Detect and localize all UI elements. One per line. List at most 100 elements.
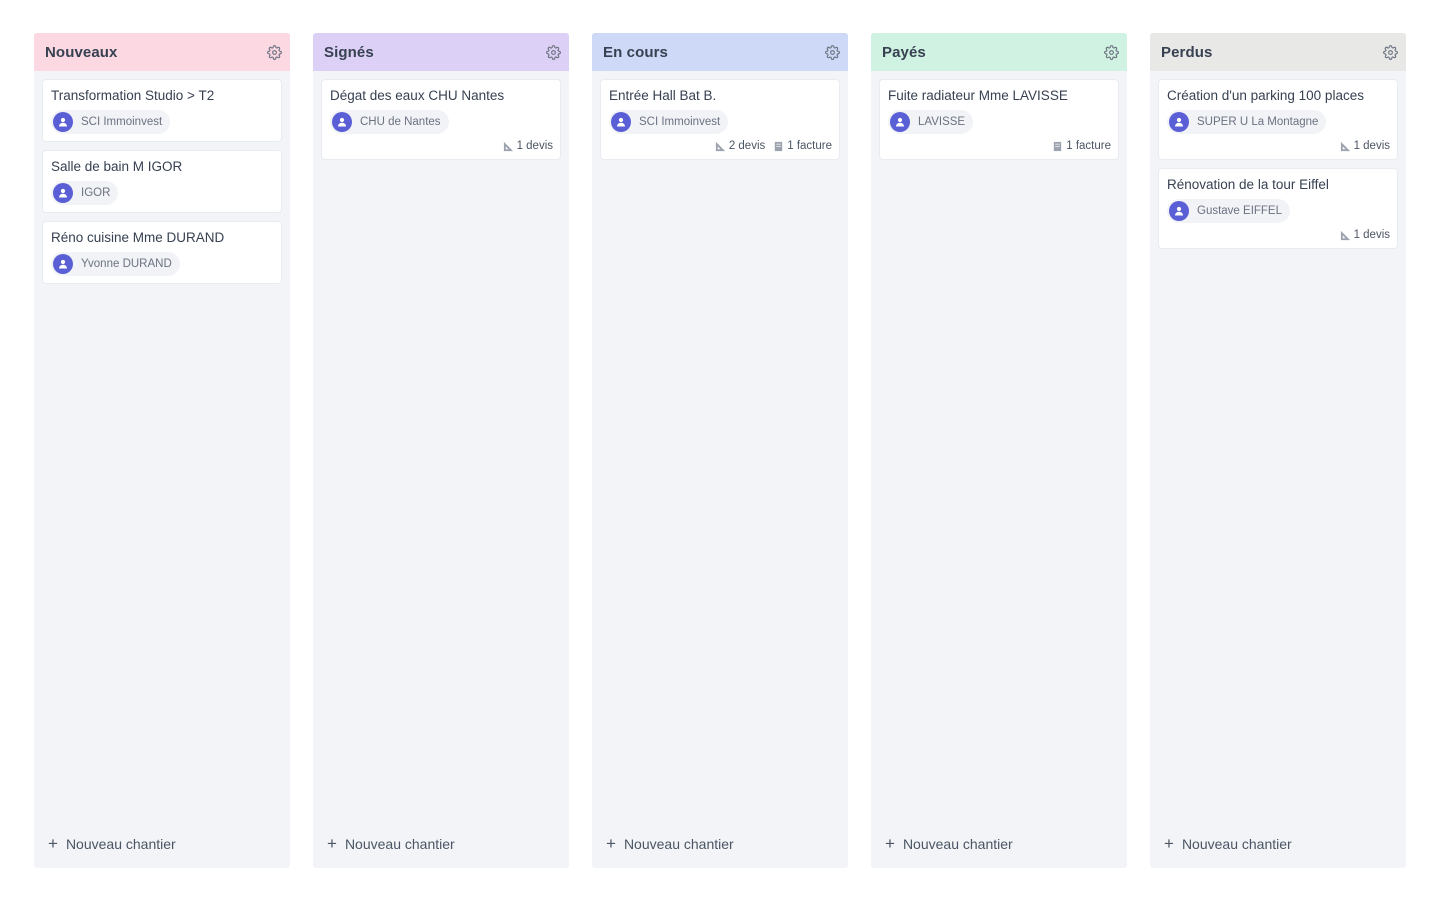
client-name: SUPER U La Montagne <box>1197 116 1319 128</box>
column-title: Perdus <box>1161 43 1213 61</box>
column-header: Signés <box>313 33 569 71</box>
card-title: Entrée Hall Bat B. <box>609 88 717 103</box>
devis-icon <box>1340 141 1351 152</box>
card-list: Entrée Hall Bat B. SCI Immoinvest 2 devi… <box>592 71 848 160</box>
gear-icon[interactable] <box>545 44 561 60</box>
column-header: En cours <box>592 33 848 71</box>
column-title: Payés <box>882 43 926 61</box>
client-chip[interactable]: SCI Immoinvest <box>609 110 729 134</box>
client-name: SCI Immoinvest <box>81 116 163 128</box>
client-name: LAVISSE <box>918 116 966 128</box>
user-icon <box>1169 112 1189 132</box>
card-list: Création d'un parking 100 places SUPER U… <box>1150 71 1406 249</box>
facture-count: 1 facture <box>1052 140 1111 152</box>
chantier-card[interactable]: Salle de bain M IGOR IGOR <box>42 150 282 213</box>
client-chip[interactable]: Gustave EIFFEL <box>1167 199 1291 223</box>
new-chantier-button[interactable]: + Nouveau chantier <box>885 834 1013 853</box>
plus-icon: + <box>606 834 616 853</box>
column-header: Perdus <box>1150 33 1406 71</box>
kanban-column: Nouveaux Transformation Studio > T2 SCI … <box>34 33 290 868</box>
chantier-card[interactable]: Réno cuisine Mme DURAND Yvonne DURAND <box>42 221 282 284</box>
client-chip[interactable]: SUPER U La Montagne <box>1167 110 1327 134</box>
user-icon <box>611 112 631 132</box>
card-list: Transformation Studio > T2 SCI Immoinves… <box>34 71 290 284</box>
card-title: Transformation Studio > T2 <box>51 88 215 103</box>
chantier-card[interactable]: Rénovation de la tour Eiffel Gustave EIF… <box>1158 168 1398 249</box>
devis-count: 1 devis <box>503 140 553 152</box>
column-title: Nouveaux <box>45 43 118 61</box>
user-icon <box>53 112 73 132</box>
gear-icon[interactable] <box>1103 44 1119 60</box>
devis-count: 1 devis <box>1340 229 1390 241</box>
chantier-card[interactable]: Entrée Hall Bat B. SCI Immoinvest 2 devi… <box>600 79 840 160</box>
facture-icon <box>773 141 784 152</box>
devis-label: 1 devis <box>1353 229 1390 241</box>
new-chantier-label: Nouveau chantier <box>1181 836 1292 852</box>
user-icon <box>332 112 352 132</box>
card-title: Réno cuisine Mme DURAND <box>51 230 225 245</box>
new-chantier-button[interactable]: + Nouveau chantier <box>327 834 455 853</box>
column-header: Payés <box>871 33 1127 71</box>
card-list: Fuite radiateur Mme LAVISSE LAVISSE 1 fa… <box>871 71 1127 160</box>
new-chantier-label: Nouveau chantier <box>902 836 1013 852</box>
column-title: Signés <box>324 43 374 61</box>
devis-label: 1 devis <box>516 140 553 152</box>
devis-icon <box>1340 230 1351 241</box>
column-header: Nouveaux <box>34 33 290 71</box>
chantier-card[interactable]: Création d'un parking 100 places SUPER U… <box>1158 79 1398 160</box>
user-icon <box>53 183 73 203</box>
facture-icon <box>1052 141 1063 152</box>
gear-icon[interactable] <box>266 44 282 60</box>
new-chantier-button[interactable]: + Nouveau chantier <box>48 835 176 852</box>
chantier-card[interactable]: Transformation Studio > T2 SCI Immoinves… <box>42 79 282 142</box>
new-chantier-label: Nouveau chantier <box>344 836 455 852</box>
devis-icon <box>715 141 726 152</box>
plus-icon: + <box>1164 834 1174 853</box>
card-title: Fuite radiateur Mme LAVISSE <box>888 88 1068 103</box>
card-meta: 1 devis <box>1167 229 1390 241</box>
card-meta: 2 devis 1 facture <box>609 140 832 152</box>
devis-label: 1 devis <box>1353 140 1390 152</box>
facture-label: 1 facture <box>787 140 832 152</box>
card-title: Rénovation de la tour Eiffel <box>1167 177 1329 192</box>
plus-icon: + <box>885 834 895 853</box>
user-icon <box>53 254 73 274</box>
kanban-column: Perdus Création d'un parking 100 places … <box>1150 33 1406 868</box>
kanban-column: En cours Entrée Hall Bat B. SCI Immoinve… <box>592 33 848 868</box>
devis-count: 2 devis <box>715 140 765 152</box>
new-chantier-button[interactable]: + Nouveau chantier <box>606 834 734 853</box>
card-title: Dégat des eaux CHU Nantes <box>330 88 505 103</box>
devis-icon <box>503 141 514 152</box>
card-title: Salle de bain M IGOR <box>51 159 183 174</box>
chantier-card[interactable]: Fuite radiateur Mme LAVISSE LAVISSE 1 fa… <box>879 79 1119 160</box>
client-name: Gustave EIFFEL <box>1197 205 1283 217</box>
client-name: Yvonne DURAND <box>81 258 172 270</box>
client-chip[interactable]: LAVISSE <box>888 110 974 134</box>
new-chantier-label: Nouveau chantier <box>65 836 176 852</box>
client-name: CHU de Nantes <box>360 116 441 128</box>
new-chantier-button[interactable]: + Nouveau chantier <box>1164 834 1292 853</box>
card-meta: 1 facture <box>888 140 1111 152</box>
client-chip[interactable]: Yvonne DURAND <box>51 252 180 276</box>
chantier-card[interactable]: Dégat des eaux CHU Nantes CHU de Nantes … <box>321 79 561 160</box>
devis-count: 1 devis <box>1340 140 1390 152</box>
plus-icon: + <box>327 834 337 853</box>
new-chantier-label: Nouveau chantier <box>623 836 734 852</box>
gear-icon[interactable] <box>1382 44 1398 60</box>
card-meta: 1 devis <box>1167 140 1390 152</box>
column-title: En cours <box>603 43 668 61</box>
client-chip[interactable]: SCI Immoinvest <box>51 110 171 134</box>
kanban-board: Nouveaux Transformation Studio > T2 SCI … <box>0 0 1440 900</box>
user-icon <box>1169 201 1189 221</box>
client-name: IGOR <box>81 187 111 199</box>
client-chip[interactable]: IGOR <box>51 181 119 205</box>
gear-icon[interactable] <box>824 44 840 60</box>
devis-label: 2 devis <box>728 140 766 152</box>
client-chip[interactable]: CHU de Nantes <box>330 110 449 134</box>
user-icon <box>890 112 910 132</box>
kanban-column: Payés Fuite radiateur Mme LAVISSE LAVISS… <box>871 33 1127 868</box>
facture-label: 1 facture <box>1066 140 1111 152</box>
client-name: SCI Immoinvest <box>639 116 721 128</box>
facture-count: 1 facture <box>773 140 832 152</box>
card-list: Dégat des eaux CHU Nantes CHU de Nantes … <box>313 71 569 160</box>
